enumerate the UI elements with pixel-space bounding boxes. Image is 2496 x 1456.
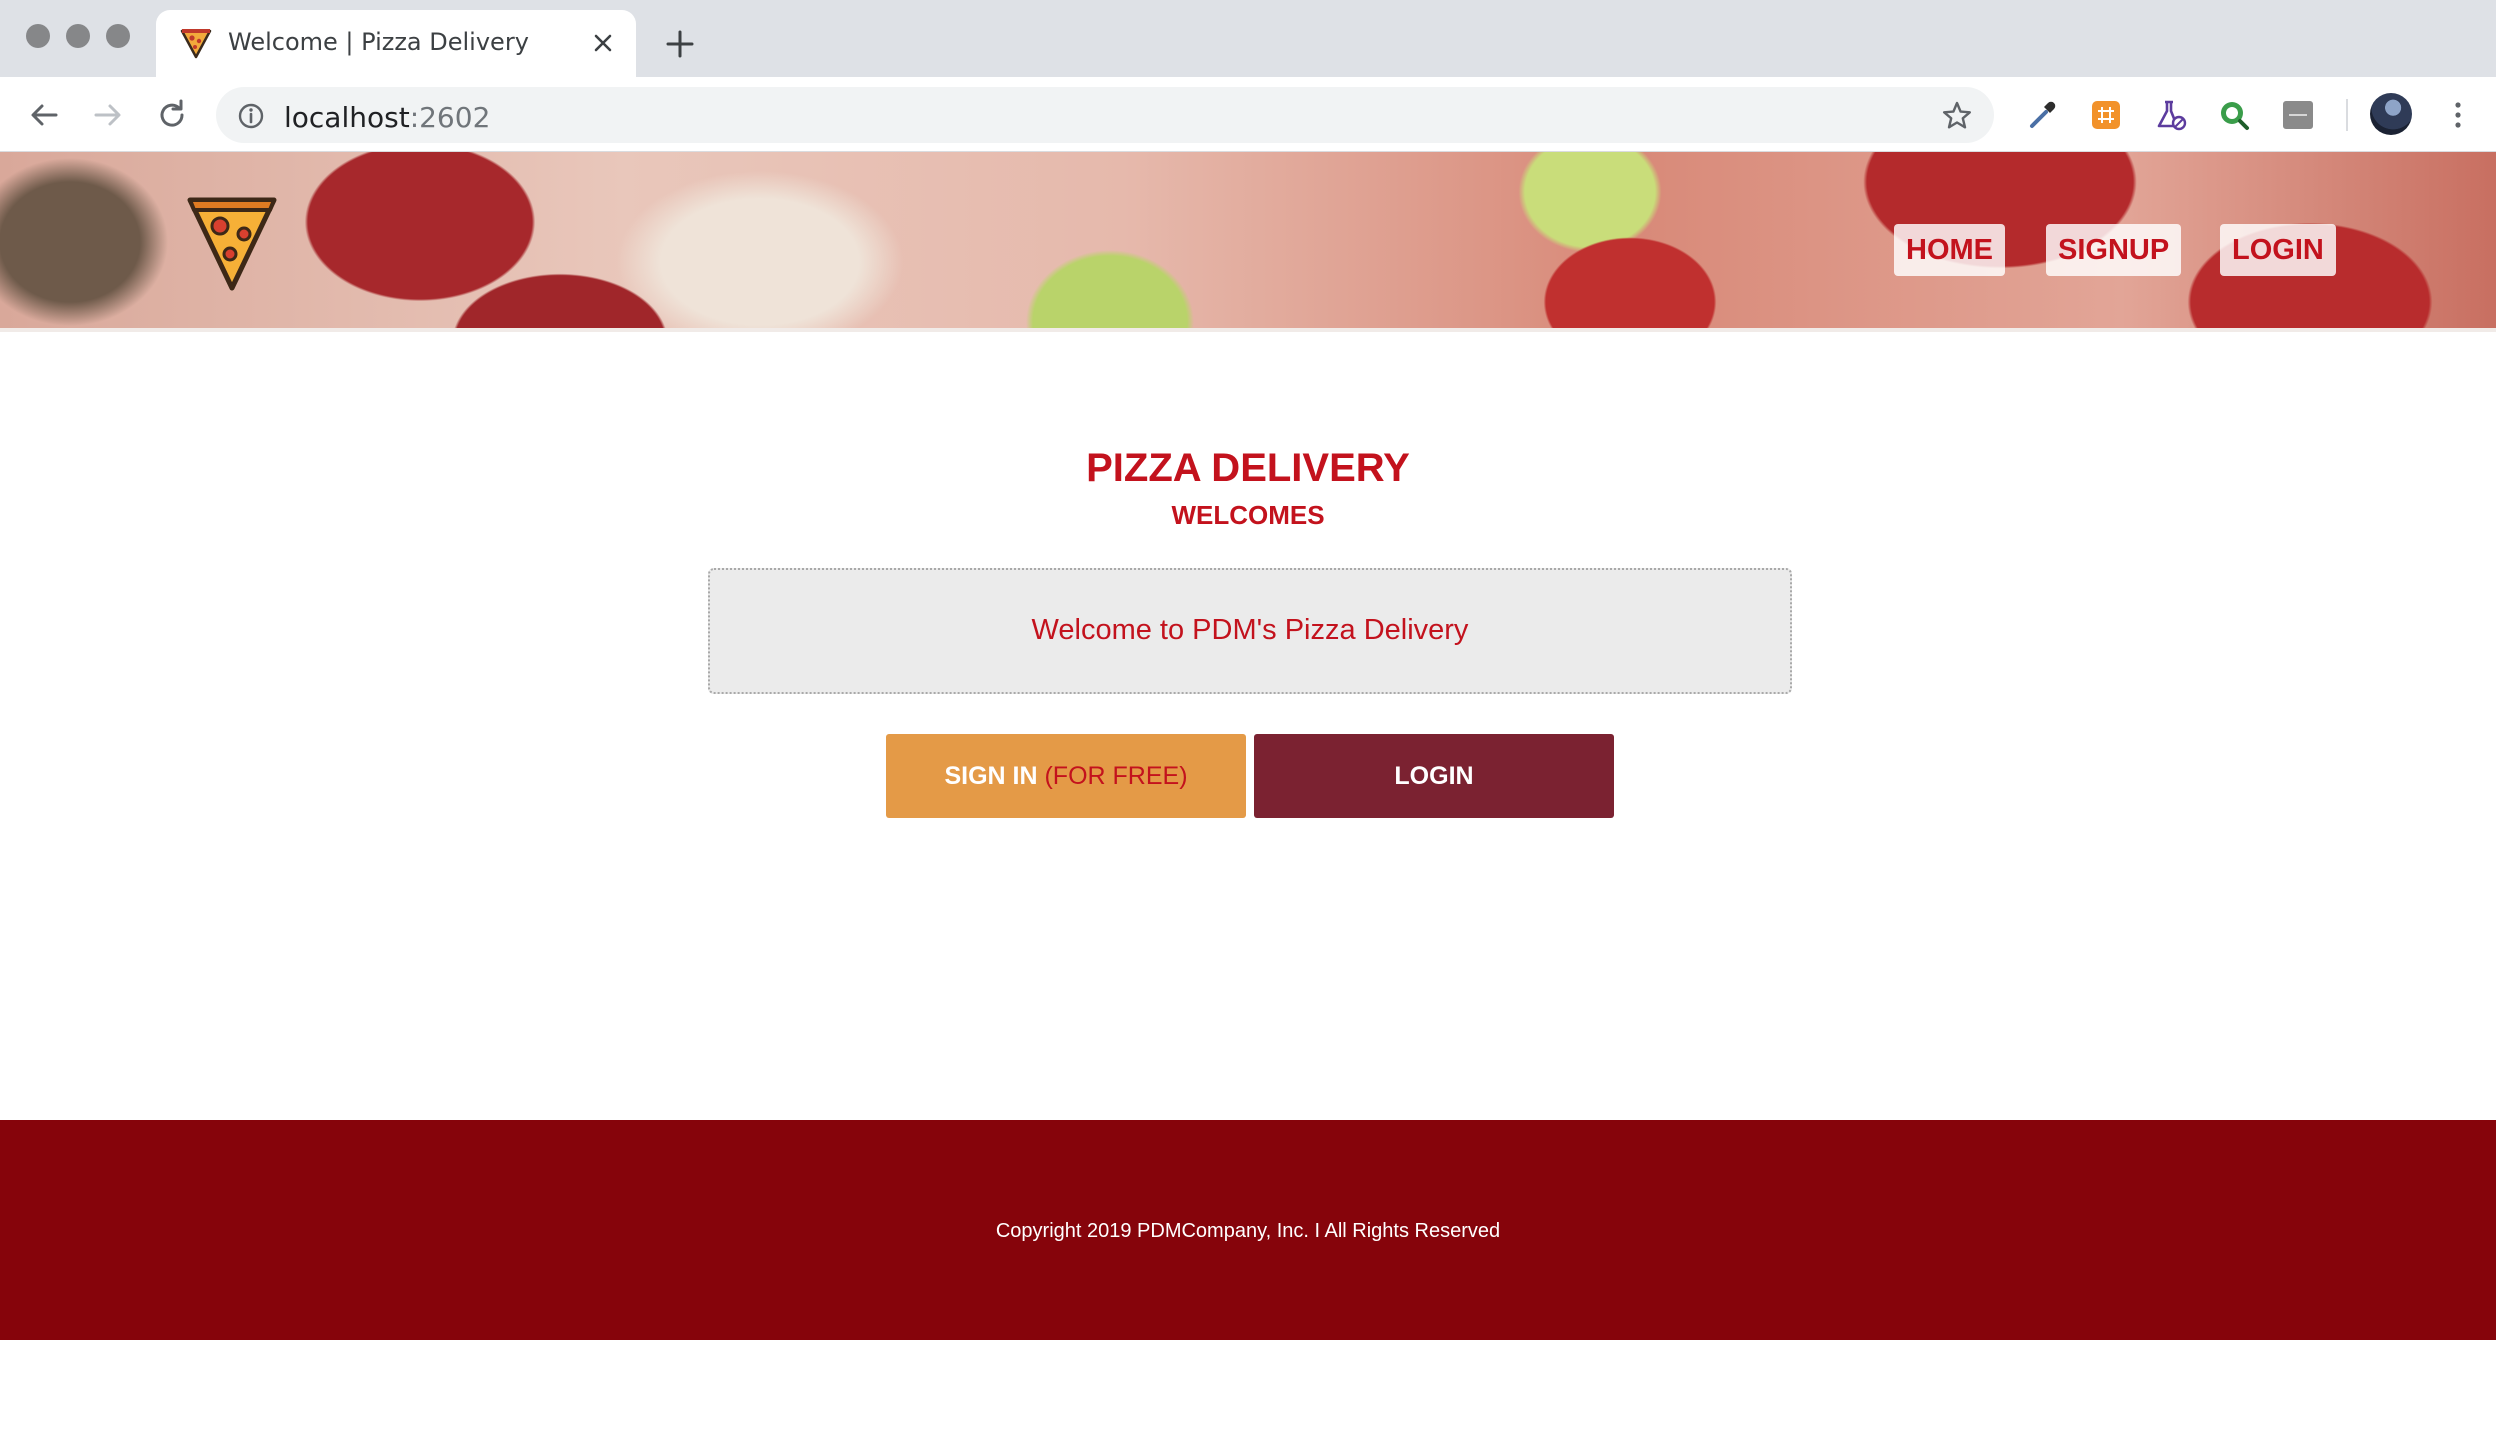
copyright-text: Copyright 2019 PDMCompany, Inc. I All Ri…	[995, 1220, 1501, 1242]
nav-login[interactable]: LOGIN	[2220, 224, 2336, 276]
page-title: PIZZA DELIVERY	[1086, 446, 1410, 490]
url-host: localhost	[284, 101, 410, 134]
window-zoom-button[interactable]	[106, 24, 130, 48]
welcome-message: Welcome to PDM's Pizza Delivery	[1031, 614, 1469, 646]
footer: Copyright 2019 PDMCompany, Inc. I All Ri…	[0, 1120, 2496, 1340]
sign-in-free-note: (FOR FREE)	[1044, 762, 1188, 790]
sign-in-button[interactable]: SIGN IN (FOR FREE)	[886, 734, 1246, 818]
green-search-icon[interactable]	[2216, 97, 2252, 133]
tab-title: Welcome | Pizza Delivery	[228, 28, 529, 56]
nav-signup[interactable]: SIGNUP	[2046, 224, 2182, 276]
plus-icon[interactable]	[662, 26, 698, 62]
sign-in-label: SIGN IN	[944, 762, 1038, 790]
window-minimize-button[interactable]	[66, 24, 90, 48]
pizza-banner: HOME SIGNUP LOGIN	[0, 152, 2496, 332]
bookmark-star-icon[interactable]	[1940, 99, 1974, 133]
address-bar[interactable]: localhost:2602	[216, 87, 1994, 143]
browser-tab[interactable]: Welcome | Pizza Delivery	[156, 10, 636, 77]
orange-grid-icon[interactable]	[2088, 97, 2124, 133]
page-subtitle: WELCOMES	[1171, 500, 1325, 530]
flow-icon[interactable]	[2280, 97, 2316, 133]
back-arrow-icon[interactable]	[24, 95, 64, 135]
reload-icon[interactable]	[152, 95, 192, 135]
flask-icon[interactable]	[2152, 97, 2188, 133]
pizza-slice-icon	[180, 29, 212, 59]
eyedropper-icon[interactable]	[2024, 97, 2060, 133]
welcome-panel: Welcome to PDM's Pizza Delivery	[708, 568, 1792, 694]
window-close-button[interactable]	[26, 24, 50, 48]
login-button[interactable]: LOGIN	[1254, 734, 1614, 818]
url-port: :2602	[409, 101, 491, 134]
browser-toolbar: localhost:2602	[0, 77, 2496, 152]
close-icon[interactable]	[588, 28, 618, 58]
url-text: localhost:2602	[284, 101, 490, 134]
pizza-slice-icon[interactable]	[184, 190, 280, 294]
toolbar-divider	[2346, 99, 2348, 131]
profile-avatar[interactable]	[2370, 93, 2412, 135]
forward-arrow-icon[interactable]	[88, 95, 128, 135]
info-icon[interactable]	[236, 101, 266, 131]
browser-tabstrip: Welcome | Pizza Delivery	[0, 0, 2496, 77]
nav-home[interactable]: HOME	[1894, 224, 2005, 276]
kebab-menu-icon[interactable]	[2440, 97, 2476, 133]
